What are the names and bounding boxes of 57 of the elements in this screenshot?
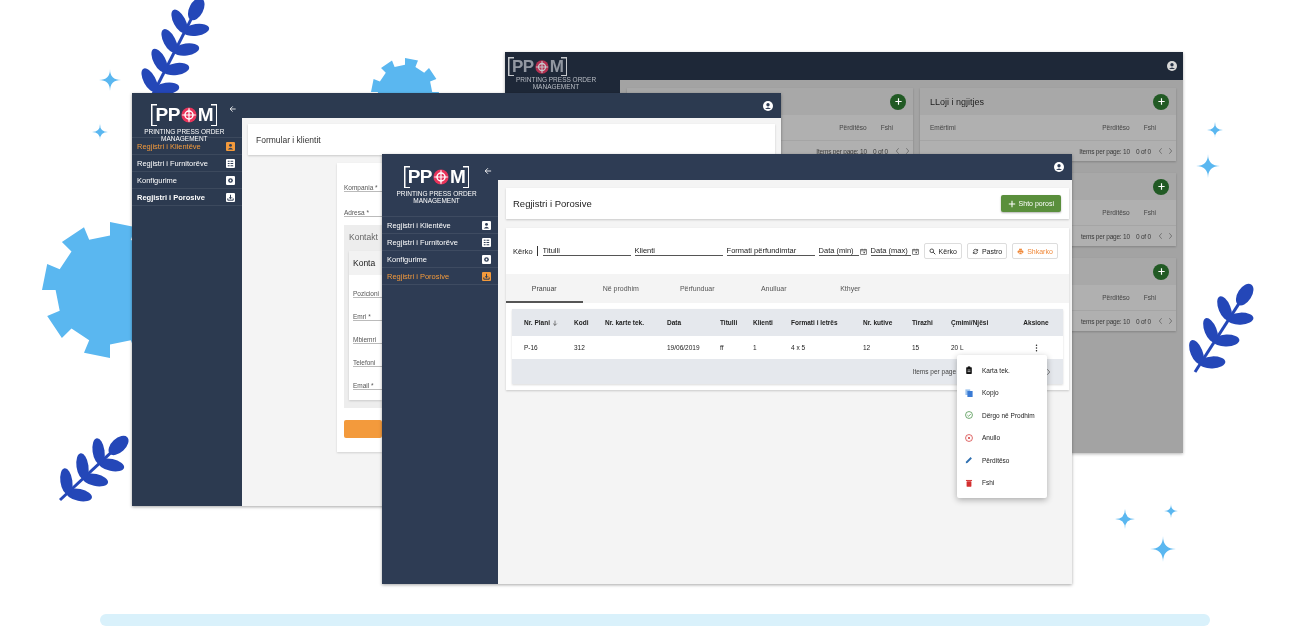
refresh-icon xyxy=(971,247,979,255)
user-icon[interactable] xyxy=(763,100,773,111)
add-button[interactable] xyxy=(890,93,906,110)
calendar-icon[interactable] xyxy=(911,247,919,255)
download-box-icon xyxy=(226,192,235,202)
user-icon[interactable] xyxy=(1054,162,1064,172)
contact-card-icon xyxy=(226,141,235,151)
leaf-branch-drawing xyxy=(58,435,129,502)
panel-title: Kontakt xyxy=(348,231,379,244)
logo-text: PP xyxy=(407,167,433,187)
gear-icon xyxy=(226,175,235,185)
add-button[interactable] xyxy=(1153,178,1169,195)
target-icon xyxy=(433,169,450,185)
gear-icon xyxy=(482,254,491,264)
plus-icon xyxy=(1156,97,1166,106)
chevron-right-icon[interactable] xyxy=(1046,367,1051,376)
contact-card-icon xyxy=(482,220,491,230)
search-icon xyxy=(928,247,936,255)
sparkle-icon xyxy=(1207,122,1223,138)
list-icon xyxy=(226,158,235,168)
page-title: Regjistri i Porosive xyxy=(513,198,592,209)
target-icon xyxy=(180,107,197,123)
logo-text: M xyxy=(197,105,214,125)
logo-text: M xyxy=(549,58,564,75)
target-icon xyxy=(534,59,549,74)
copy-icon xyxy=(965,388,973,397)
calendar-icon[interactable] xyxy=(859,247,867,255)
chevron-right-icon[interactable] xyxy=(905,147,910,155)
sparkle-icon xyxy=(92,124,108,140)
download-box-icon xyxy=(482,271,491,281)
sparkle-icon xyxy=(1164,504,1178,518)
logo-text: PP xyxy=(155,105,180,125)
plus-icon xyxy=(893,97,903,106)
card-title: LLoji i ngjitjes xyxy=(930,96,985,107)
plus-icon xyxy=(1156,182,1166,191)
back-arrow-icon[interactable] xyxy=(484,167,492,175)
add-button[interactable] xyxy=(1153,263,1169,280)
text-cursor xyxy=(536,246,538,256)
list-icon xyxy=(482,237,491,247)
more-icon[interactable] xyxy=(1034,343,1038,352)
pencil-icon xyxy=(965,456,973,465)
add-button[interactable] xyxy=(1153,93,1169,110)
cancel-circle-icon xyxy=(965,433,973,442)
page-title: Formular i klientit xyxy=(256,134,321,145)
sort-arrow-icon[interactable] xyxy=(552,319,558,326)
printer-icon xyxy=(1017,247,1025,255)
plus-icon xyxy=(1156,267,1166,276)
clipboard-icon xyxy=(965,366,973,375)
logo-text: PP xyxy=(512,58,534,75)
chevron-left-icon[interactable] xyxy=(895,147,900,155)
user-icon[interactable] xyxy=(1167,61,1177,71)
plus-icon xyxy=(1007,199,1016,208)
check-circle-icon xyxy=(965,411,973,420)
back-arrow-icon[interactable] xyxy=(228,105,236,113)
logo-text: M xyxy=(450,167,466,187)
trash-icon xyxy=(965,478,973,487)
card-title: Konta xyxy=(353,258,376,268)
